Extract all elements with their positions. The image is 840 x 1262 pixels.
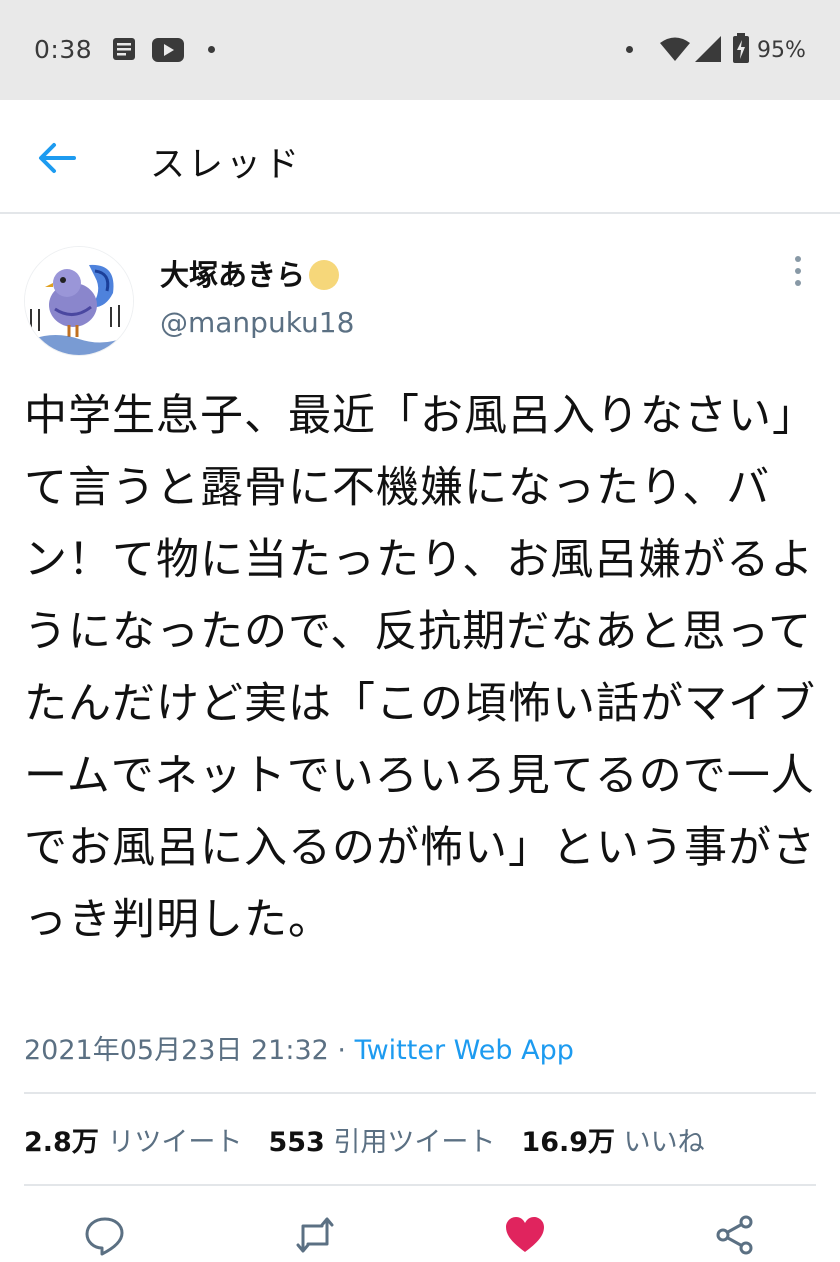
status-dot-icon (626, 46, 633, 53)
retweet-icon[interactable] (294, 1214, 336, 1256)
author-name[interactable]: 大塚あきら (160, 252, 340, 294)
arrow-left-icon[interactable] (36, 138, 78, 178)
author-name-text: 大塚あきら (160, 258, 306, 292)
reply-icon[interactable] (84, 1214, 126, 1256)
battery-percentage: 95% (757, 38, 806, 63)
status-bar: 0:38 95% (0, 0, 840, 100)
notification-dot-icon (208, 46, 215, 53)
tweet-text: 中学生息子、最近「お風呂入りなさい」て言うと露骨に不機嫌になったり、バン！て物に… (24, 391, 816, 945)
signal-icon (695, 36, 721, 62)
like-icon[interactable] (504, 1214, 546, 1256)
tweet-meta: 2021年05月23日 21:32 · Twitter Web App (24, 1028, 574, 1067)
quote-count: 553 (268, 1127, 325, 1158)
avatar[interactable] (24, 246, 134, 356)
like-count: 16.9万 (521, 1127, 616, 1158)
battery-icon (733, 33, 749, 63)
thread-header: スレッド (0, 100, 840, 214)
likes-stat[interactable]: 16.9万 いいね (521, 1127, 704, 1158)
bluebird-avatar-icon (25, 247, 133, 355)
tweet-source-link[interactable]: Twitter Web App (355, 1035, 574, 1066)
tweet-actions (0, 1204, 840, 1262)
meta-separator: · (328, 1035, 355, 1066)
yellow-circle-badge-icon (309, 260, 340, 290)
page-title: スレッド (150, 145, 303, 185)
author-handle[interactable]: @manpuku18 (160, 306, 354, 339)
retweet-count: 2.8万 (24, 1127, 99, 1158)
like-label: いいね (623, 1127, 705, 1158)
quotes-stat[interactable]: 553 引用ツイート (268, 1127, 495, 1158)
tweet-stats: 2.8万 リツイート 553 引用ツイート 16.9万 いいね (24, 1120, 731, 1159)
tweet-timestamp[interactable]: 2021年05月23日 21:32 (24, 1035, 329, 1066)
quote-label: 引用ツイート (333, 1127, 496, 1158)
status-time: 0:38 (34, 35, 93, 64)
retweets-stat[interactable]: 2.8万 リツイート (24, 1127, 242, 1158)
divider (24, 1184, 816, 1186)
wifi-icon (660, 37, 690, 61)
notes-icon (113, 38, 135, 60)
youtube-icon (152, 38, 184, 62)
retweet-label: リツイート (107, 1127, 243, 1158)
divider (24, 1092, 816, 1094)
more-options-icon[interactable] (788, 256, 808, 290)
share-icon[interactable] (714, 1214, 756, 1256)
